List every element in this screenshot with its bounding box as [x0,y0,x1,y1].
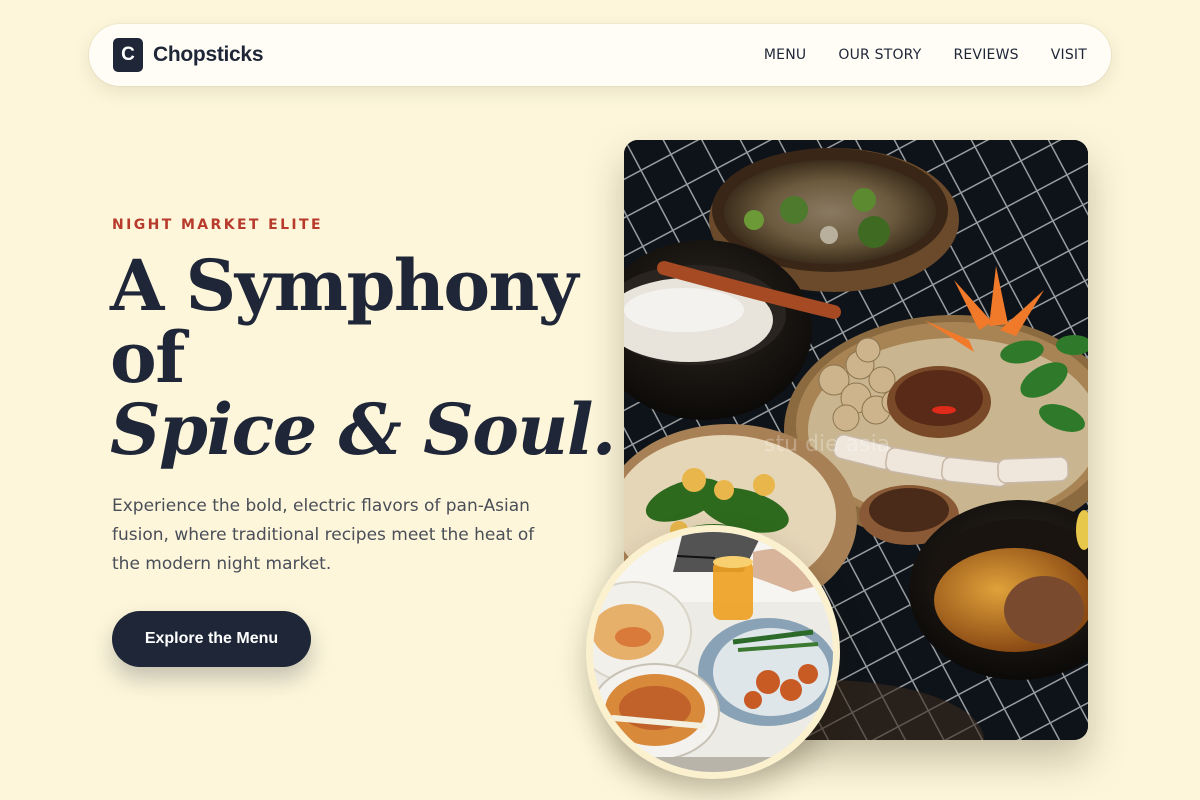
hero-eyebrow: NIGHT MARKET ELITE [112,217,323,233]
nav-link-reviews[interactable]: REVIEWS [953,47,1018,63]
secondary-food-photo [586,525,840,779]
headline-line-2: of [110,316,185,399]
brand[interactable]: C Chopsticks [113,38,264,72]
headline-line-1: A Symphony [110,244,579,327]
nav-link-our-story[interactable]: OUR STORY [838,47,921,63]
logo-icon: C [113,38,143,72]
nav-links: MENU OUR STORY REVIEWS VISIT [764,47,1087,63]
nav-link-visit[interactable]: VISIT [1051,47,1087,63]
drink-and-dishes-image [593,532,833,772]
brand-name: Chopsticks [153,43,264,66]
hero-lead: Experience the bold, electric flavors of… [112,496,535,574]
headline-line-3: Spice & Soul. [110,388,616,471]
image-watermark: stu die asia [764,432,891,457]
nav-link-menu[interactable]: MENU [764,47,806,63]
explore-menu-button[interactable]: Explore the Menu [112,611,311,667]
top-navigation: C Chopsticks MENU OUR STORY REVIEWS VISI… [89,24,1111,86]
hero-headline: A Symphony of Spice & Soul. [110,244,616,471]
